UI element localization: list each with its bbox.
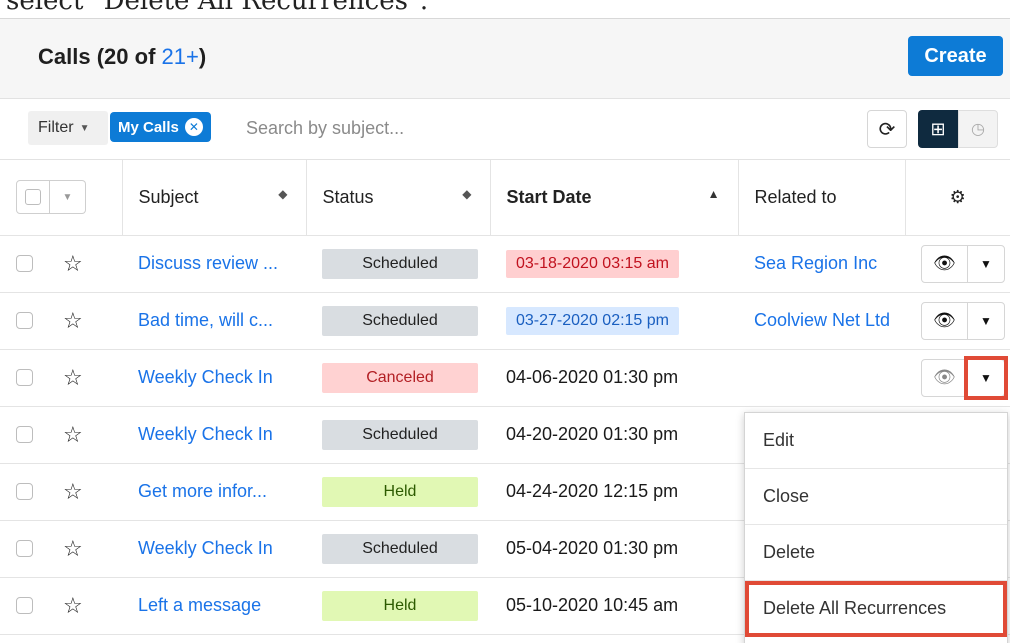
- menu-item-delete-all-recurrences[interactable]: Delete All Recurrences: [745, 581, 1007, 637]
- column-settings[interactable]: ⚙: [905, 160, 1010, 236]
- sort-icon: ◆: [278, 186, 288, 201]
- start-date: 04-24-2020 12:15 pm: [506, 481, 679, 501]
- menu-item-edit[interactable]: Edit: [745, 413, 1007, 469]
- menu-item-delete[interactable]: Delete: [745, 525, 1007, 581]
- sort-icon: ◆: [462, 186, 472, 201]
- table-row: ☆ Bad time, will c... Scheduled 03-27-20…: [0, 292, 1010, 350]
- subject-link[interactable]: Bad time, will c...: [138, 310, 273, 330]
- star-icon[interactable]: ☆: [63, 593, 83, 619]
- row-actions-menu: Edit Close Delete Delete All Recurrences: [744, 412, 1008, 643]
- refresh-icon: ⟳: [878, 118, 896, 141]
- record-count: (20 of 21+): [96, 44, 207, 69]
- activity-view-toggle[interactable]: ◷: [958, 110, 998, 148]
- create-button[interactable]: Create: [908, 36, 1003, 76]
- caret-down-icon: ▼: [62, 191, 73, 203]
- filter-pill-my-calls[interactable]: My Calls ✕: [110, 112, 211, 142]
- row-checkbox[interactable]: [16, 483, 33, 500]
- list-header: Calls (20 of 21+) Create: [0, 18, 1010, 98]
- row-checkbox[interactable]: [16, 369, 33, 386]
- start-date: 04-20-2020 01:30 pm: [506, 424, 679, 444]
- preview-eye-icon[interactable]: 👁: [922, 359, 968, 396]
- list-view-toggle[interactable]: ⊞: [918, 110, 958, 148]
- status-badge: Scheduled: [322, 305, 478, 336]
- preview-eye-icon[interactable]: 👁: [922, 245, 968, 282]
- refresh-button[interactable]: ⟳: [867, 110, 907, 148]
- search-input[interactable]: [236, 111, 804, 145]
- row-checkbox[interactable]: [16, 426, 33, 443]
- star-icon[interactable]: ☆: [63, 308, 83, 334]
- column-related-to[interactable]: Related to: [738, 160, 906, 236]
- star-icon[interactable]: ☆: [63, 422, 83, 448]
- table-row: ☆ Discuss review ... Scheduled 03-18-202…: [0, 235, 1010, 293]
- more-count-link[interactable]: 21+: [162, 44, 199, 69]
- subject-link[interactable]: Weekly Check In: [138, 538, 273, 558]
- column-subject[interactable]: Subject ◆: [122, 160, 307, 236]
- subject-link[interactable]: Weekly Check In: [138, 424, 273, 444]
- row-actions: 👁 ▼: [921, 355, 1008, 400]
- row-actions: 👁 ▼: [921, 301, 1005, 340]
- row-actions: 👁 ▼: [921, 244, 1005, 283]
- start-date: 04-06-2020 01:30 pm: [506, 367, 679, 387]
- star-icon[interactable]: ☆: [63, 251, 83, 277]
- row-actions-dropdown[interactable]: ▼: [968, 303, 1004, 339]
- page-title: Calls (20 of 21+): [38, 44, 207, 69]
- column-status[interactable]: Status ◆: [306, 160, 491, 236]
- start-date: 05-04-2020 01:30 pm: [506, 538, 679, 558]
- grid-icon: ⊞: [930, 118, 946, 139]
- start-date-overdue: 03-18-2020 03:15 am: [506, 249, 679, 278]
- menu-item-close[interactable]: Close: [745, 469, 1007, 525]
- star-icon[interactable]: ☆: [63, 365, 83, 391]
- clock-icon: ◷: [971, 121, 985, 138]
- table-row: ☆ Weekly Check In Canceled 04-06-2020 01…: [0, 349, 1010, 407]
- instruction-caption: select "Delete All Recurrences".: [6, 0, 429, 16]
- row-actions-dropdown-highlighted[interactable]: ▼: [964, 355, 1008, 400]
- remove-filter-icon[interactable]: ✕: [184, 118, 203, 136]
- subject-link[interactable]: Left a message: [138, 595, 261, 615]
- row-checkbox[interactable]: [16, 597, 33, 614]
- row-checkbox[interactable]: [16, 255, 33, 272]
- subject-link[interactable]: Weekly Check In: [138, 367, 273, 387]
- gear-icon[interactable]: ⚙: [950, 187, 966, 207]
- related-link[interactable]: Sea Region Inc: [754, 253, 877, 273]
- subject-link[interactable]: Discuss review ...: [138, 253, 278, 273]
- related-link[interactable]: Coolview Net Ltd: [754, 310, 890, 330]
- preview-eye-icon[interactable]: 👁: [922, 302, 968, 339]
- caret-down-icon: ▼: [79, 122, 90, 134]
- start-date: 05-10-2020 10:45 am: [506, 595, 679, 615]
- table-header-row: ▼ Subject ◆ Status ◆ Start Date ▲ Related t…: [0, 160, 1010, 236]
- row-checkbox[interactable]: [16, 540, 33, 557]
- star-icon[interactable]: ☆: [63, 536, 83, 562]
- column-start-date[interactable]: Start Date ▲: [490, 160, 739, 236]
- filter-dropdown[interactable]: Filter ▼: [28, 111, 108, 145]
- status-badge: Scheduled: [322, 419, 478, 450]
- mass-select-header: ▼: [0, 160, 123, 236]
- status-badge: Held: [322, 590, 478, 621]
- status-badge: Held: [322, 476, 478, 507]
- status-badge: Canceled: [322, 362, 478, 393]
- select-all-checkbox[interactable]: [16, 180, 50, 215]
- row-checkbox[interactable]: [16, 312, 33, 329]
- row-actions-dropdown[interactable]: ▼: [968, 246, 1004, 282]
- status-badge: Scheduled: [322, 533, 478, 564]
- mass-action-dropdown[interactable]: ▼: [50, 180, 86, 215]
- status-badge: Scheduled: [322, 248, 478, 279]
- subject-link[interactable]: Get more infor...: [138, 481, 267, 501]
- start-date-upcoming: 03-27-2020 02:15 pm: [506, 306, 679, 335]
- star-icon[interactable]: ☆: [63, 479, 83, 505]
- filter-bar: Filter▼ My Calls ✕ ⟳ ⊞ ◷: [0, 98, 1010, 160]
- sort-asc-icon: ▲: [707, 186, 720, 201]
